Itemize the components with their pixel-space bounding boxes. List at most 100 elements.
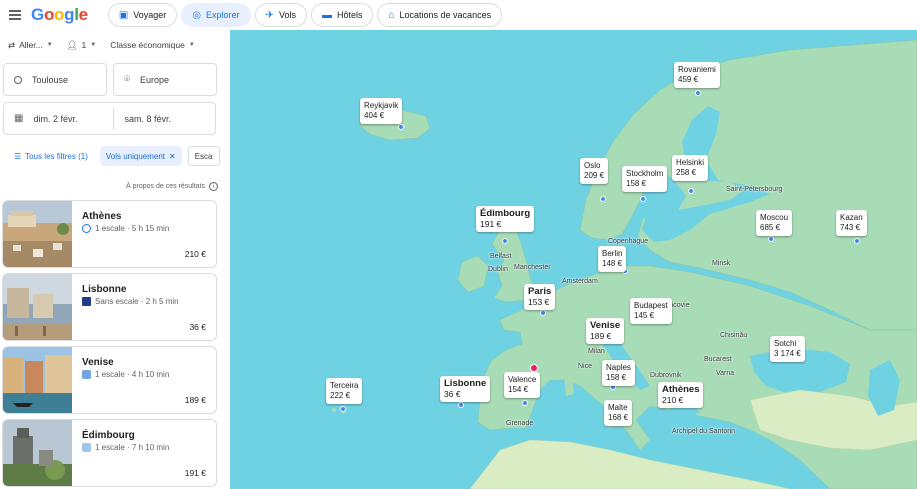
city-label: Belfast [490, 253, 512, 260]
house-icon: ⌂ [388, 9, 395, 21]
all-filters-button[interactable]: ☰ Tous les filtres (1) [8, 146, 94, 166]
airport-dot[interactable] [398, 124, 404, 130]
price-pin-oslo[interactable]: Oslo 209 € [580, 158, 609, 184]
city-label: Chisinău [720, 332, 748, 339]
price-pin-terceira[interactable]: Terceira 222 € [326, 378, 363, 404]
result-route: 1 escale · 4 h 10 min [82, 370, 169, 379]
map-land [332, 39, 917, 489]
stops-chip[interactable]: Esca [187, 146, 220, 166]
passengers-select[interactable]: 👤︎ 1 ▼ [67, 40, 96, 51]
price-pin-naples[interactable]: Naples 158 € [602, 360, 635, 386]
return-date[interactable]: sam. 8 févr. [124, 114, 171, 124]
depart-date[interactable]: dim. 2 févr. [33, 114, 103, 124]
swap-icon: ⇄ [8, 39, 16, 50]
result-card-edimbourg[interactable]: Édimbourg 1 escale · 7 h 10 min 191 € [2, 419, 217, 487]
airport-dot[interactable] [458, 402, 464, 408]
plane-icon: ✈ [265, 9, 274, 21]
nav-tabs: ▣ Voyager ◎ Explorer ✈ Vols ▬ Hôtels ⌂ Locati… [107, 3, 503, 27]
result-city: Lisbonne [82, 284, 127, 295]
price-pin-stockholm[interactable]: Stockholm 158 € [622, 166, 668, 192]
city-label: Manchester [514, 264, 551, 271]
city-label: Copenhague [608, 238, 649, 245]
person-icon: 👤︎ [66, 39, 78, 50]
date-divider [113, 107, 115, 130]
city-label: Archipel du Santorin [672, 428, 736, 435]
origin-marker [530, 364, 538, 372]
date-range-field[interactable]: ▦ dim. 2 févr. sam. 8 févr. [3, 102, 216, 135]
info-icon: i [209, 182, 218, 191]
cabin-select[interactable]: Classe économique ▼ [110, 40, 195, 50]
price-pin-kazan[interactable]: Kazan 743 € [836, 210, 867, 236]
results-about[interactable]: À propos de ces résultats i [126, 182, 218, 191]
result-price: 191 € [184, 468, 206, 478]
price-pin-venise[interactable]: Venise 189 € [586, 318, 625, 344]
airport-dot[interactable] [688, 188, 694, 194]
airport-dot[interactable] [768, 236, 774, 242]
airline-logo-icon [82, 370, 91, 379]
tab-vols[interactable]: ✈ Vols [254, 3, 307, 27]
airport-dot[interactable] [540, 310, 546, 316]
price-pin-berlin[interactable]: Berlin 148 € [598, 246, 627, 272]
bed-icon: ▬ [321, 9, 332, 21]
airport-dot[interactable] [640, 196, 646, 202]
airport-dot[interactable] [854, 238, 860, 244]
city-label: Varna [716, 370, 735, 377]
athens-thumbnail [3, 201, 72, 267]
map[interactable]: Saint-Pétersbourg Copenhague Belfast Dub… [230, 30, 917, 489]
caret-down-icon: ▼ [188, 42, 195, 48]
airport-dot[interactable] [340, 406, 346, 412]
result-route: 1 escale · 5 h 15 min [82, 224, 169, 233]
airport-dot[interactable] [502, 238, 508, 244]
filter-chips: ☰ Tous les filtres (1) Vols uniquement ✕ E… [0, 145, 230, 167]
city-label: Dublin [488, 266, 508, 273]
origin-field[interactable]: Toulouse [3, 63, 107, 96]
airport-dot[interactable] [600, 196, 606, 202]
price-pin-helsinki[interactable]: Helsinki 258 € [672, 155, 709, 181]
caret-down-icon: ▼ [46, 42, 53, 48]
result-price: 210 € [184, 249, 206, 259]
price-pin-lisbonne[interactable]: Lisbonne 36 € [440, 376, 491, 402]
suitcase-icon: ▣ [118, 9, 129, 21]
result-city: Édimbourg [82, 430, 135, 441]
tab-explorer[interactable]: ◎ Explorer [181, 3, 251, 27]
tab-voyager[interactable]: ▣ Voyager [107, 3, 178, 27]
city-label: Amsterdam [562, 278, 598, 285]
price-pin-rovaniemi[interactable]: Rovaniemi 459 € [674, 62, 720, 88]
top-bar: Google ▣ Voyager ◎ Explorer ✈ Vols ▬ Hôtels … [0, 0, 917, 30]
price-pin-budapest[interactable]: Budapest 145 € [630, 298, 672, 324]
location-pin-icon: ⌾ [124, 74, 130, 85]
flights-only-chip[interactable]: Vols uniquement ✕ [99, 146, 182, 166]
price-pin-malte[interactable]: Malte 168 € [604, 400, 633, 426]
search-panel: ⇄ Aller... ▼ 👤︎ 1 ▼ Classe économique ▼ Toulo… [0, 30, 230, 489]
close-icon[interactable]: ✕ [169, 152, 176, 161]
price-pin-athenes[interactable]: Athènes 210 € [658, 382, 704, 408]
destination-field[interactable]: ⌾ Europe [113, 63, 217, 96]
tab-locations[interactable]: ⌂ Locations de vacances [377, 3, 503, 27]
city-label: Milan [588, 348, 605, 355]
airport-dot[interactable] [522, 400, 528, 406]
result-card-lisbonne[interactable]: Lisbonne Sans escale · 2 h 5 min 36 € [2, 273, 217, 341]
result-city: Athènes [82, 211, 122, 222]
explore-icon: ◎ [192, 9, 202, 21]
city-label: Saint-Pétersbourg [726, 186, 783, 193]
result-card-athenes[interactable]: Athènes 1 escale · 5 h 15 min 210 € [2, 200, 217, 268]
menu-icon[interactable] [9, 10, 23, 20]
lisbon-thumbnail [3, 274, 72, 340]
price-pin-paris[interactable]: Paris 153 € [524, 284, 556, 310]
airport-dot[interactable] [695, 90, 701, 96]
calendar-icon: ▦ [14, 113, 24, 124]
city-label: Minsk [712, 260, 731, 267]
price-pin-edimbourg[interactable]: Édimbourg 191 € [476, 206, 535, 232]
price-pin-valence[interactable]: Valence 154 € [504, 372, 541, 398]
result-route: 1 escale · 7 h 10 min [82, 443, 169, 452]
google-logo[interactable]: Google [31, 5, 88, 25]
price-pin-sotchi[interactable]: Sotchi 3 174 € [770, 336, 805, 362]
price-pin-moscou[interactable]: Moscou 685 € [756, 210, 793, 236]
edinburgh-thumbnail [3, 420, 72, 486]
price-pin-reykjavik[interactable]: Reykjavik 404 € [360, 98, 403, 124]
result-card-venise[interactable]: Venise 1 escale · 4 h 10 min 189 € [2, 346, 217, 414]
tab-hotels[interactable]: ▬ Hôtels [310, 3, 374, 27]
caret-down-icon: ▼ [90, 42, 97, 48]
trip-type-select[interactable]: ⇄ Aller... ▼ [8, 40, 53, 51]
airline-logo-icon [82, 224, 91, 233]
